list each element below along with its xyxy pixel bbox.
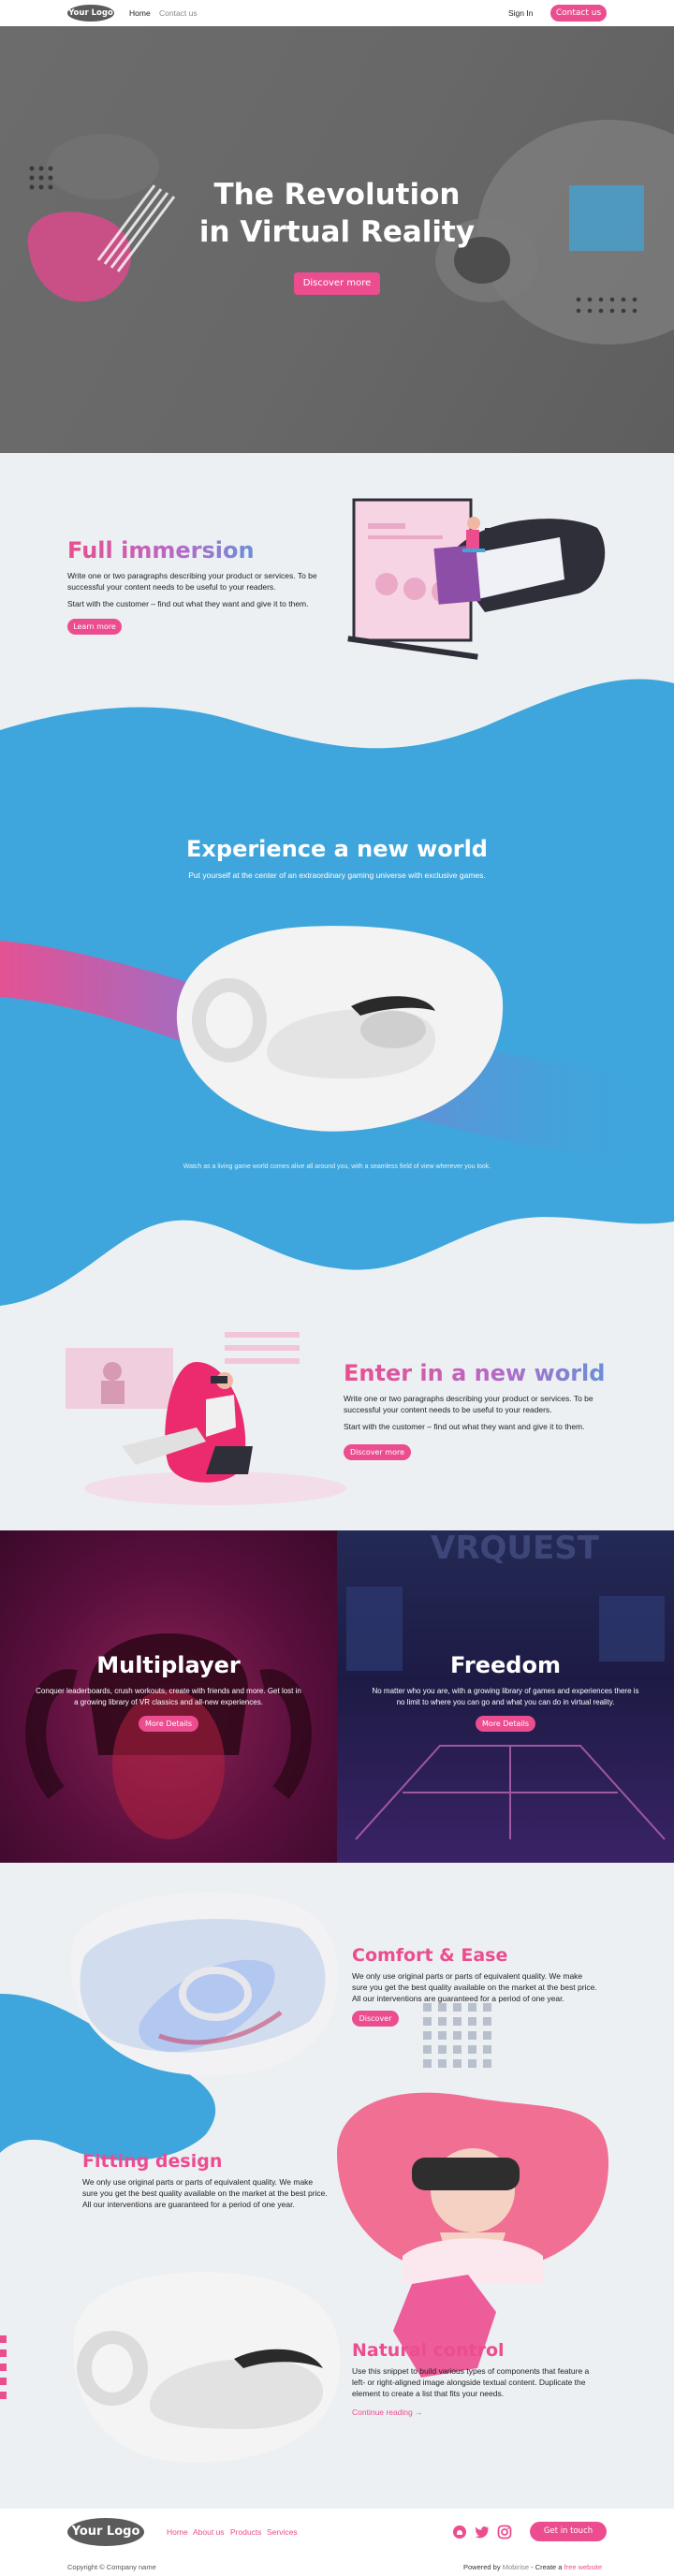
experience-title: Experience a new world bbox=[186, 836, 488, 862]
card-multiplayer: Multiplayer Conquer leaderboards, crush … bbox=[0, 1530, 337, 1863]
immersion-title: Full immersion bbox=[67, 537, 255, 564]
multiplayer-title: Multiplayer bbox=[96, 1652, 241, 1678]
footer-link-home[interactable]: Home bbox=[167, 2527, 188, 2537]
natural-control-text: Use this snippet to build various types … bbox=[352, 2366, 590, 2398]
multiplayer-details-button[interactable]: More Details bbox=[139, 1716, 198, 1732]
navbar: Your Logo Home Contact us Sign In Contac… bbox=[0, 0, 674, 26]
comfort-text: We only use original parts or parts of e… bbox=[352, 1971, 597, 2003]
immersion-paragraph-1: Write one or two paragraphs describing y… bbox=[67, 571, 317, 592]
pink-hexagon bbox=[393, 2275, 496, 2378]
enter-section: Enter in a new world Write one or two pa… bbox=[0, 1325, 674, 1530]
comfort-discover-button[interactable]: Discover bbox=[352, 2011, 399, 2027]
vr-headset-blob-image bbox=[176, 926, 504, 1132]
powered-brand-link[interactable]: Mobirise bbox=[503, 2563, 529, 2571]
immersion-paragraph-2: Start with the customer – find out what … bbox=[67, 599, 309, 608]
instagram-icon[interactable] bbox=[497, 2525, 512, 2539]
square-dots-grid bbox=[423, 2003, 491, 2068]
experience-section: Experience a new world Put yourself at t… bbox=[0, 669, 674, 1325]
logo[interactable]: Your Logo bbox=[67, 5, 114, 22]
freedom-title: Freedom bbox=[450, 1652, 561, 1678]
multiplayer-text: Conquer leaderboards, crush workouts, cr… bbox=[36, 1687, 301, 1706]
immersion-section: Full immersion Write one or two paragrap… bbox=[0, 453, 674, 696]
nav-link-contact[interactable]: Contact us bbox=[159, 8, 198, 18]
continue-reading-link[interactable]: Continue reading → bbox=[352, 2408, 423, 2417]
immersion-learn-more-button[interactable]: Learn more bbox=[67, 619, 122, 635]
hero-title-line1: The Revolution bbox=[213, 178, 461, 212]
sign-in-link[interactable]: Sign In bbox=[508, 8, 533, 18]
hero-title-line2: in Virtual Reality bbox=[198, 215, 476, 249]
features-section: Comfort & Ease We only use original part… bbox=[0, 1863, 674, 2509]
footer-link-products[interactable]: Products bbox=[230, 2527, 262, 2537]
powered-by: Powered by Mobirise - Create a free webs… bbox=[463, 2563, 602, 2571]
powered-prefix: Powered by bbox=[463, 2563, 501, 2571]
experience-caption: Watch as a living game world comes alive… bbox=[183, 1164, 491, 1170]
footer-link-services[interactable]: Services bbox=[267, 2527, 298, 2537]
create-prefix: - Create a bbox=[529, 2563, 563, 2571]
card-freedom: VRQUEST Freedom No matter who you are, w… bbox=[337, 1530, 674, 1863]
freedom-details-button[interactable]: More Details bbox=[476, 1716, 535, 1732]
get-in-touch-button[interactable]: Get in touch bbox=[530, 2522, 607, 2541]
fitting-title: Fitting design bbox=[82, 2151, 223, 2172]
enter-title: Enter in a new world bbox=[344, 1360, 606, 1386]
footer-link-about[interactable]: About us bbox=[193, 2527, 225, 2537]
hero-discover-button[interactable]: Discover more bbox=[294, 272, 380, 295]
nav-link-home[interactable]: Home bbox=[129, 8, 151, 18]
experience-subtitle: Put yourself at the center of an extraor… bbox=[188, 871, 486, 880]
footer-logo[interactable]: Your Logo bbox=[67, 2518, 144, 2546]
svg-text:VRQUEST: VRQUEST bbox=[431, 1530, 600, 1567]
vr-screen-illustration bbox=[347, 498, 606, 660]
comfort-title: Comfort & Ease bbox=[352, 1945, 508, 1966]
hero-title: The Revolution in Virtual Reality bbox=[0, 176, 674, 251]
fitting-text: We only use original parts or parts of e… bbox=[82, 2177, 328, 2209]
footer: Your Logo Home About us Products Service… bbox=[0, 2509, 674, 2576]
twitter-icon[interactable] bbox=[475, 2525, 490, 2539]
enter-paragraph-1: Write one or two paragraphs describing y… bbox=[344, 1394, 593, 1414]
natural-control-title: Natural control bbox=[352, 2340, 505, 2361]
free-website-link[interactable]: free website bbox=[564, 2563, 602, 2571]
contact-us-button[interactable]: Contact us bbox=[550, 5, 607, 22]
hero-section: The Revolution in Virtual Reality Discov… bbox=[0, 26, 674, 453]
copyright-text: Copyright © Company name bbox=[67, 2563, 156, 2571]
github-icon[interactable] bbox=[452, 2525, 467, 2539]
enter-discover-button[interactable]: Discover more bbox=[344, 1444, 411, 1460]
enter-paragraph-2: Start with the customer – find out what … bbox=[344, 1422, 585, 1431]
gamer-illustration bbox=[66, 1332, 346, 1505]
freedom-text: No matter who you are, with a growing li… bbox=[372, 1687, 639, 1706]
